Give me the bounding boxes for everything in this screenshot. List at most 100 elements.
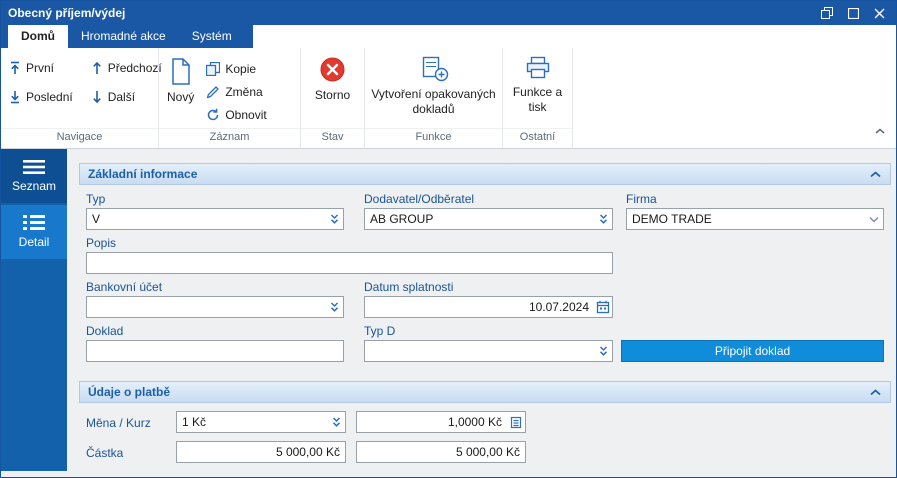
exchange-rate-icon[interactable] — [507, 416, 525, 429]
bank-account-dropdown-double-chevron-icon[interactable] — [325, 301, 343, 313]
hamburger-menu-icon — [23, 159, 45, 174]
copy-record-label: Kopie — [225, 62, 257, 76]
tab-domu[interactable]: Domů — [8, 25, 68, 48]
repeated-documents-icon — [422, 56, 448, 82]
copy-record-button[interactable]: Kopie — [206, 62, 266, 76]
ribbon-tabstrip: Domů Hromadné akce Systém — [1, 25, 896, 48]
amount-field[interactable]: 5 000,00 Kč — [176, 441, 346, 463]
group-caption-stav: Stav — [301, 128, 364, 148]
ribbon-group-funkce: Vytvoření opakovaných dokladů Funkce — [365, 48, 503, 148]
due-date-label: Datum splatnosti — [364, 280, 454, 294]
firma-label: Firma — [626, 192, 657, 206]
attach-document-button[interactable]: Připojit doklad — [621, 340, 884, 362]
amount-label: Částka — [86, 446, 124, 460]
firma-dropdown-chevron-icon[interactable] — [865, 215, 883, 224]
section-basic-header: Základní informace — [79, 163, 891, 185]
arrow-down-icon — [92, 91, 101, 104]
detail-content: Základní informace Typ Dodavatel/Odběrat… — [67, 149, 896, 471]
doklad-label: Doklad — [86, 324, 124, 338]
dock-window-button[interactable] — [817, 4, 837, 22]
due-date-value: 10.07.2024 — [528, 300, 589, 314]
ribbon-group-zaznam: Nový Kopie Změna Obnovit Záznam — [159, 48, 301, 148]
new-record-button[interactable]: Nový — [167, 50, 194, 128]
print-functions-button[interactable]: Funkce a tisk — [508, 48, 568, 128]
due-date-field[interactable]: 10.07.2024 — [364, 296, 613, 318]
currency-rate-label: Měna / Kurz — [86, 416, 151, 430]
new-record-label: Nový — [167, 90, 195, 104]
currency-dropdown-double-chevron-icon[interactable] — [327, 416, 345, 428]
window-title: Obecný příjem/výdej — [8, 6, 126, 20]
bank-account-combo[interactable] — [86, 296, 344, 318]
ribbon-group-stav: Storno Stav — [301, 48, 365, 148]
storno-button[interactable]: Storno — [315, 48, 350, 128]
doklad-input[interactable] — [86, 340, 344, 362]
arrow-to-top-icon — [11, 61, 19, 74]
sidebar-item-seznam-label: Seznam — [11, 178, 57, 193]
title-bar: Obecný příjem/výdej — [1, 1, 896, 25]
firma-value: DEMO TRADE — [632, 212, 712, 226]
view-sidebar: Seznam Detail — [1, 149, 67, 471]
typ-d-label: Typ D — [364, 324, 396, 338]
group-caption-ostatni: Ostatní — [503, 128, 572, 148]
collapse-basic-button[interactable] — [869, 170, 882, 179]
copy-icon — [206, 62, 221, 76]
sidebar-item-detail[interactable]: Detail — [1, 205, 67, 259]
close-icon — [874, 8, 884, 18]
typ-value: V — [92, 212, 101, 226]
collapse-ribbon-icon — [875, 128, 885, 134]
next-record-label: Další — [107, 90, 136, 104]
sidebar-item-seznam[interactable]: Seznam — [1, 149, 67, 203]
currency-combo[interactable]: 1 Kč — [176, 411, 346, 433]
dock-icon — [821, 7, 833, 19]
arrow-to-bottom-icon — [11, 91, 19, 104]
close-button[interactable] — [869, 4, 889, 22]
ribbon: První Předchozí Poslední Další Navigace — [1, 48, 896, 149]
arrow-up-icon — [92, 61, 101, 74]
calendar-icon[interactable] — [594, 300, 612, 314]
first-record-label: První — [26, 61, 55, 75]
amount-value: 5 000,00 Kč — [275, 445, 340, 459]
currency-value: 1 Kč — [182, 415, 207, 429]
repeated-documents-label: Vytvoření opakovaných dokladů — [371, 87, 496, 116]
firma-select[interactable]: DEMO TRADE — [626, 208, 884, 230]
collapse-ribbon-button[interactable] — [874, 122, 886, 140]
last-record-button[interactable]: Poslední — [9, 90, 73, 104]
typ-dropdown-double-chevron-icon[interactable] — [325, 213, 343, 225]
previous-record-label: Předchozí — [107, 61, 162, 75]
collapse-section-icon — [870, 388, 881, 395]
section-payment-header: Údaje o platbě — [79, 381, 891, 403]
typ-combo[interactable]: V — [86, 208, 344, 230]
previous-record-button[interactable]: Předchozí — [91, 61, 162, 75]
section-payment-title: Údaje o platbě — [88, 385, 171, 399]
exchange-rate-field[interactable]: 1,0000 Kč — [356, 411, 526, 433]
maximize-button[interactable] — [843, 4, 863, 22]
popis-input[interactable] — [86, 252, 613, 274]
last-record-label: Poslední — [26, 90, 73, 104]
group-caption-navigace: Navigace — [1, 128, 158, 148]
typ-d-combo[interactable] — [364, 340, 613, 362]
tab-hromadne-akce[interactable]: Hromadné akce — [68, 25, 179, 48]
sidebar-item-detail-label: Detail — [18, 235, 50, 249]
refresh-record-button[interactable]: Obnovit — [206, 108, 267, 122]
first-record-button[interactable]: První — [9, 61, 73, 75]
edit-record-button[interactable]: Změna — [206, 85, 266, 99]
printer-icon — [526, 56, 549, 79]
window-controls — [817, 4, 889, 22]
partner-label: Dodavatel/Odběratel — [364, 192, 475, 206]
ribbon-group-navigace: První Předchozí Poslední Další Navigace — [1, 48, 162, 148]
next-record-button[interactable]: Další — [91, 90, 162, 104]
refresh-icon — [208, 108, 219, 121]
detail-list-icon — [23, 215, 45, 230]
refresh-record-label: Obnovit — [225, 108, 267, 122]
collapse-payment-button[interactable] — [869, 388, 882, 397]
tab-system[interactable]: Systém — [179, 25, 245, 48]
amount-converted-field[interactable]: 5 000,00 Kč — [356, 441, 526, 463]
app-window: Obecný příjem/výdej Domů Hromadné akce S… — [0, 0, 897, 478]
typ-d-dropdown-double-chevron-icon[interactable] — [594, 345, 612, 357]
partner-combo[interactable]: AB GROUP — [364, 208, 613, 230]
repeated-documents-button[interactable]: Vytvoření opakovaných dokladů — [371, 48, 497, 128]
partner-value: AB GROUP — [370, 212, 434, 226]
partner-dropdown-double-chevron-icon[interactable] — [594, 213, 612, 225]
new-document-icon — [171, 58, 190, 85]
group-caption-funkce: Funkce — [365, 128, 502, 148]
